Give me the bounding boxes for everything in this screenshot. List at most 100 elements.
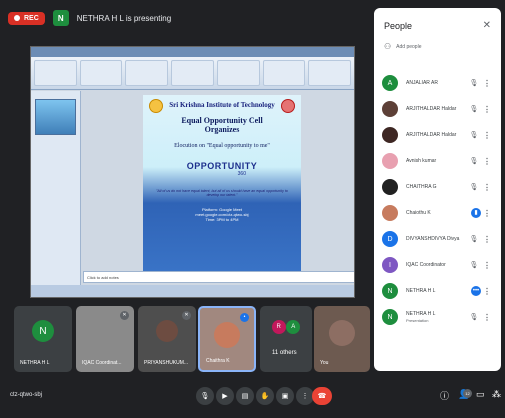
slide-footer: Platform: Google Meet meet.google.com/ct… [195, 206, 249, 222]
avatar [382, 205, 398, 221]
participant-row[interactable]: Chaiothu K ▮ ⋮ [374, 200, 501, 226]
presentation-audio-icon: 🎙 [469, 314, 479, 321]
participant-row[interactable]: D DIVYANSHDIVYA Divya 🎙 ⋮ [374, 226, 501, 252]
add-people-button[interactable]: ⚇ Add people [374, 37, 501, 56]
participant-row[interactable]: CHAITHRA G 🎙 ⋮ [374, 174, 501, 200]
self-tile[interactable]: You [314, 306, 370, 372]
mic-active-icon: ▮ [471, 208, 481, 218]
participant-row[interactable]: N NETHRA H L ••• ⋮ [374, 278, 501, 304]
meeting-code: ctz-qtwo-sbj [10, 392, 43, 398]
slide-topic: Elocution on "Equal opportunity to me" [174, 142, 270, 149]
captions-button[interactable]: ▤ [236, 387, 254, 405]
participant-name: IQAC Coordinator [406, 261, 446, 268]
close-icon[interactable]: ✕ [483, 20, 491, 31]
tile-name: Chaithra K [206, 358, 230, 364]
participant-name: Avnish kumar [406, 157, 437, 164]
participant-row[interactable]: ARJITHALDAR Haldar 🎙 ⋮ [374, 96, 501, 122]
more-options-icon[interactable]: ⋮ [481, 79, 493, 88]
more-options-icon[interactable]: ⋮ [481, 235, 493, 244]
more-options-icon[interactable]: ⋮ [481, 287, 493, 296]
ppt-title-bar [31, 47, 354, 57]
avatar: N [32, 320, 54, 342]
more-options-icon[interactable]: ⋮ [481, 209, 493, 218]
participant-name: CHAITHRA G [406, 183, 437, 190]
participant-name: ARJITHALDAR Haldar [406, 131, 457, 138]
panel-title: People [384, 20, 413, 31]
activities-icon[interactable]: ⁂ [492, 389, 501, 400]
more-options-icon[interactable]: ⋮ [481, 157, 493, 166]
avatar: R [271, 320, 286, 334]
others-tile[interactable]: R A 11 others [260, 306, 312, 372]
info-icon[interactable]: ⓘ [440, 389, 449, 402]
participant-row[interactable]: ARJITHALDAR Haldar 🎙 ⋮ [374, 122, 501, 148]
participant-tile[interactable]: N NETHRA H L [14, 306, 72, 372]
mic-off-icon: ✕ [120, 311, 129, 320]
opportunity-logo: OPPORTUNITY [186, 160, 258, 171]
poster-slide: Sri Krishna Institute of Technology Equa… [143, 95, 301, 275]
slide-quote: "All of us do not have equal talent, but… [156, 188, 288, 197]
tile-name: You [320, 360, 329, 366]
avatar [329, 320, 355, 346]
tile-name: IQAC Coordinat... [82, 360, 122, 366]
avatar: A [286, 320, 301, 334]
tile-name: NETHRA H L [20, 360, 50, 366]
avatar: A [382, 75, 398, 91]
participant-tile[interactable]: ✕ PRIYANSHUKUM... [138, 306, 196, 372]
add-people-label: Add people [396, 43, 422, 50]
more-options-icon[interactable]: ⋮ [481, 183, 493, 192]
avatar [382, 179, 398, 195]
ppt-status-bar [31, 285, 354, 297]
avatar: N [382, 309, 398, 325]
mic-off-icon: ✕ [182, 311, 191, 320]
mic-off-icon: 🎙 [469, 184, 479, 191]
end-call-button[interactable]: ☎ [312, 387, 332, 405]
chat-icon[interactable]: ▭ [476, 389, 485, 400]
emblem-icon [281, 99, 295, 113]
mic-button[interactable]: 🎙 [196, 387, 214, 405]
people-button[interactable]: 👤 12 [458, 389, 472, 400]
participant-row[interactable]: A ANJALIAR AR 🎙 ⋮ [374, 70, 501, 96]
avatar: D [382, 231, 398, 247]
tile-name: PRIYANSHUKUM... [144, 360, 189, 366]
hand-icon: ✋ [260, 393, 270, 400]
mic-off-icon: 🎙 [469, 80, 479, 87]
participant-tile-active-speaker[interactable]: • Chaithra K [198, 306, 256, 372]
participant-row[interactable]: I IQAC Coordinator 🎙 ⋮ [374, 252, 501, 278]
people-count-badge: 12 [463, 389, 472, 398]
more-options-icon[interactable]: ⋮ [481, 313, 493, 322]
speaking-icon: • [240, 313, 249, 322]
participant-name: ARJITHALDAR Haldar [406, 105, 457, 112]
slide-thumbnail [35, 99, 76, 135]
participant-role: Presentation [406, 317, 429, 323]
add-person-icon: ⚇ [384, 42, 392, 51]
avatar [382, 153, 398, 169]
more-options-icon[interactable]: ⋮ [481, 105, 493, 114]
top-bar: REC N NETHRA H L is presenting [0, 0, 372, 36]
present-button[interactable]: ▣ [276, 387, 294, 405]
avatar [156, 320, 178, 342]
more-options-icon[interactable]: ⋮ [481, 131, 493, 140]
participant-name: NETHRA H L [406, 287, 436, 294]
college-logo-icon [149, 99, 163, 113]
participant-row[interactable]: Avnish kumar 🎙 ⋮ [374, 148, 501, 174]
avatar [382, 127, 398, 143]
presenting-status: NETHRA H L is presenting [76, 13, 172, 23]
bottom-bar: ctz-qtwo-sbj 🎙 ▶ ▤ ✋ ▣ ⋮ ☎ ⓘ 👤 12 ▭ ⁂ [0, 378, 505, 418]
participant-name: Chaiothu K [406, 209, 431, 216]
camera-button[interactable]: ▶ [216, 387, 234, 405]
raise-hand-button[interactable]: ✋ [256, 387, 274, 405]
participant-tile[interactable]: ✕ IQAC Coordinat... [76, 306, 134, 372]
slide-school-name: Sri Krishna Institute of Technology [169, 101, 275, 109]
mic-off-icon: 🎙 [469, 262, 479, 269]
shared-screen: Sri Krishna Institute of Technology Equa… [30, 46, 355, 298]
tile-name: 11 others [272, 350, 297, 356]
mic-off-icon: 🎙 [469, 132, 479, 139]
participant-row[interactable]: N NETHRA H L Presentation 🎙 ⋮ [374, 304, 501, 330]
more-vert-icon: ⋮ [301, 393, 309, 400]
present-icon: ▣ [281, 393, 289, 400]
avatar [382, 101, 398, 117]
recording-badge: REC [8, 11, 45, 25]
more-options-icon[interactable]: ⋮ [481, 261, 493, 270]
mic-off-icon: 🎙 [469, 236, 479, 243]
avatar: N [382, 283, 398, 299]
